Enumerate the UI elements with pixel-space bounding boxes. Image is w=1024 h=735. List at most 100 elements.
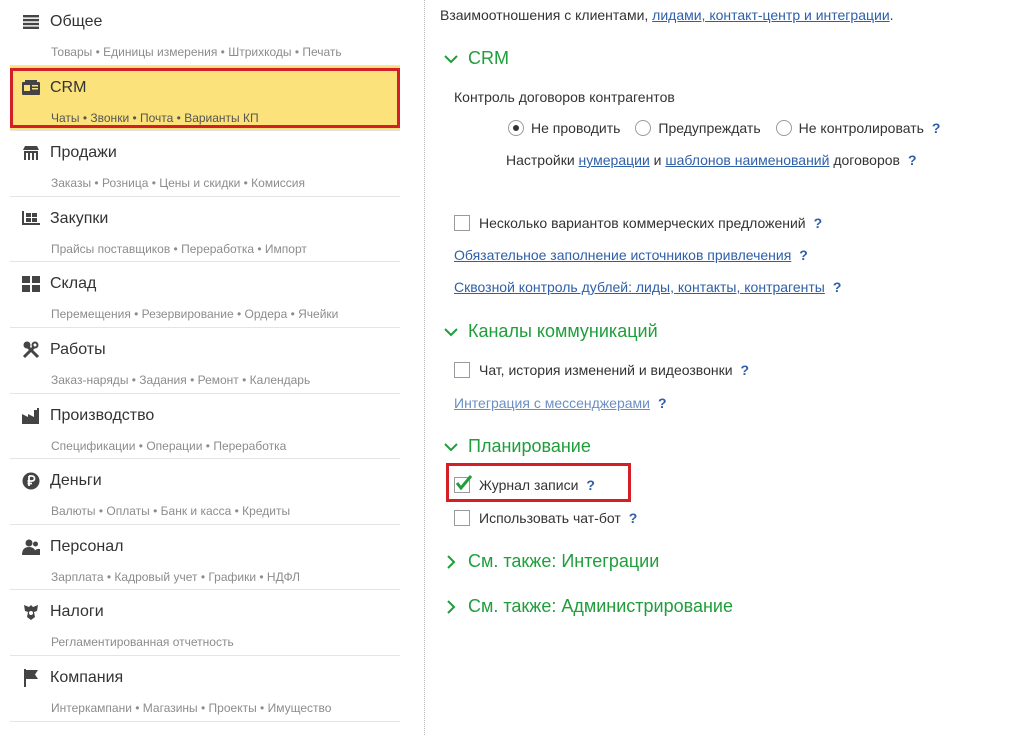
section-title: См. также: Администрирование: [468, 596, 733, 616]
list-icon: [21, 13, 41, 31]
sidebar-item-money[interactable]: Деньги Валюты • Оплаты • Банк и касса • …: [10, 459, 400, 525]
section-see-also-admin[interactable]: См. также: Администрирование: [444, 596, 733, 617]
intro-link[interactable]: лидами, контакт-центр и интеграции: [652, 7, 889, 23]
contracts-text: договоров: [833, 152, 900, 168]
chevron-right-icon: [447, 554, 456, 569]
section-title: См. также: Интеграции: [468, 551, 660, 571]
sidebar-item-label: Общее: [50, 13, 103, 30]
sidebar-item-sales[interactable]: Продажи Заказы • Розница • Цены и скидки…: [10, 131, 400, 197]
radio-warn[interactable]: [635, 120, 652, 136]
messengers-row: Интеграция с мессенджерами ?: [454, 395, 667, 411]
intro-text: Взаимоотношения с клиентами,: [440, 7, 649, 23]
help-icon[interactable]: ?: [586, 477, 595, 493]
sidebar-item-label: Продажи: [50, 144, 117, 162]
warehouse-icon: [21, 275, 41, 293]
panel-intro: Взаимоотношения с клиентами, лидами, кон…: [440, 7, 894, 23]
checkbox-label: Чат, история изменений и видеозвонки: [479, 362, 733, 378]
panel-divider: [424, 0, 425, 735]
help-icon[interactable]: ?: [658, 395, 667, 411]
sidebar-item-sublinks: Регламентированная отчетность: [51, 635, 234, 650]
cart-icon: [21, 210, 41, 228]
flag-icon: [21, 668, 41, 687]
sidebar-item-label: Работы: [50, 340, 106, 358]
multi-proposals-checkbox[interactable]: [454, 215, 470, 231]
sidebar-item-sublinks: Валюты • Оплаты • Банк и касса • Кредиты: [51, 504, 291, 519]
checkbox-label: Использовать чат-бот: [479, 510, 621, 526]
checkmark-icon: [455, 475, 473, 491]
sidebar-item-warehouse[interactable]: Склад Перемещения • Резервирование • Орд…: [10, 262, 400, 328]
sidebar-item-crm[interactable]: CRM Чаты • Звонки • Почта • Варианты КП: [10, 65, 400, 132]
journal-row: Журнал записи ?: [454, 475, 595, 493]
sidebar-item-purchases[interactable]: Закупки Прайсы поставщиков • Переработка…: [10, 197, 400, 263]
factory-icon: [21, 407, 41, 425]
chevron-down-icon: [444, 442, 458, 451]
sidebar-item-label: Персонал: [50, 537, 124, 555]
sidebar-item-production[interactable]: Производство Спецификации • Операции • П…: [10, 394, 400, 460]
section-see-also-integrations[interactable]: См. также: Интеграции: [444, 551, 659, 572]
radio-not-control[interactable]: [775, 120, 792, 136]
sidebar-item-sublinks: Перемещения • Резервирование • Ордера • …: [51, 307, 339, 322]
sidebar-item-label: Деньги: [50, 472, 102, 490]
shop-icon: [21, 144, 41, 162]
messengers-link[interactable]: Интеграция с мессенджерами: [454, 395, 650, 411]
radio-label: Предупреждать: [658, 120, 761, 136]
sidebar-item-personnel[interactable]: Персонал Зарплата • Кадровый учет • Граф…: [10, 525, 400, 591]
crm-settings-panel: Взаимоотношения с клиентами, лидами, кон…: [440, 0, 1020, 735]
section-planning-header[interactable]: Планирование: [444, 436, 591, 457]
settings-text: Настройки: [506, 152, 575, 168]
sidebar-item-sublinks: Заказ-наряды • Задания • Ремонт • Календ…: [51, 372, 311, 387]
section-crm-header[interactable]: CRM: [444, 48, 509, 69]
help-icon[interactable]: ?: [814, 215, 823, 231]
duplicates-link[interactable]: Сквозной контроль дублей: лиды, контакты…: [454, 279, 825, 295]
multi-proposals-row: Несколько вариантов коммерческих предлож…: [454, 215, 822, 231]
sidebar-item-label: Производство: [50, 406, 155, 424]
intro-period: .: [889, 7, 894, 23]
sidebar-item-sublinks: Товары • Единицы измерения • Штрихкоды •…: [51, 45, 342, 59]
help-icon[interactable]: ?: [799, 247, 808, 263]
chatbot-row: Использовать чат-бот ?: [454, 510, 637, 526]
sidebar-item-sublinks: Заказы • Розница • Цены и скидки • Комис…: [51, 176, 306, 191]
help-icon[interactable]: ?: [932, 120, 941, 136]
section-channels-header[interactable]: Каналы коммуникаций: [444, 321, 658, 342]
sources-link[interactable]: Обязательное заполнение источников привл…: [454, 247, 791, 263]
sidebar-item-label: CRM: [50, 78, 87, 96]
sidebar-item-company[interactable]: Компания Интеркампани • Магазины • Проек…: [10, 656, 400, 722]
contract-settings-row: Настройки нумерации и шаблонов наименова…: [506, 152, 917, 168]
section-title: CRM: [468, 48, 509, 68]
sidebar-item-sublinks: Интеркампани • Магазины • Проекты • Имущ…: [51, 700, 332, 715]
sidebar-item-label: Компания: [50, 668, 124, 686]
duplicates-row: Сквозной контроль дублей: лиды, контакты…: [454, 279, 841, 295]
sidebar-item-taxes[interactable]: Налоги Регламентированная отчетность: [10, 590, 400, 656]
sidebar-item-works[interactable]: Работы Заказ-наряды • Задания • Ремонт •…: [10, 328, 400, 394]
chat-checkbox[interactable]: [454, 362, 470, 378]
sources-row: Обязательное заполнение источников привл…: [454, 247, 808, 263]
sidebar-item-label: Закупки: [50, 209, 109, 227]
section-title: Каналы коммуникаций: [468, 321, 658, 341]
sidebar-item-general[interactable]: Общее Товары • Единицы измерения • Штрих…: [10, 0, 400, 66]
help-icon[interactable]: ?: [833, 279, 842, 295]
help-icon[interactable]: ?: [741, 362, 750, 378]
journal-checkbox[interactable]: [454, 475, 473, 493]
sidebar-item-sublinks: Чаты • Звонки • Почта • Варианты КП: [51, 110, 259, 125]
sidebar-item-label: Налоги: [50, 603, 104, 621]
and-text: и: [653, 152, 662, 168]
ruble-coin-icon: [21, 472, 41, 490]
sidebar-item-sublinks: Прайсы поставщиков • Переработка • Импор…: [51, 241, 307, 256]
contract-control-radio-group: Не проводить Предупреждать Не контролиро…: [508, 120, 940, 136]
section-title: Планирование: [468, 436, 591, 456]
chevron-down-icon: [444, 54, 458, 63]
radio-no-control[interactable]: [508, 120, 524, 136]
help-icon[interactable]: ?: [908, 152, 917, 168]
chevron-right-icon: [447, 599, 456, 614]
eagle-emblem-icon: [21, 603, 41, 621]
numbering-link[interactable]: нумерации: [579, 152, 650, 168]
crm-card-icon: [21, 79, 41, 97]
chatbot-checkbox[interactable]: [454, 510, 470, 526]
tools-icon: [21, 341, 41, 359]
settings-sidebar: Общее Товары • Единицы измерения • Штрих…: [10, 0, 400, 735]
sidebar-item-sublinks: Спецификации • Операции • Переработка: [51, 438, 287, 453]
help-icon[interactable]: ?: [629, 510, 638, 526]
sidebar-item-sublinks: Зарплата • Кадровый учет • Графики • НДФ…: [51, 569, 301, 584]
sidebar-item-label: Склад: [50, 275, 97, 293]
name-templates-link[interactable]: шаблонов наименований: [665, 152, 829, 168]
